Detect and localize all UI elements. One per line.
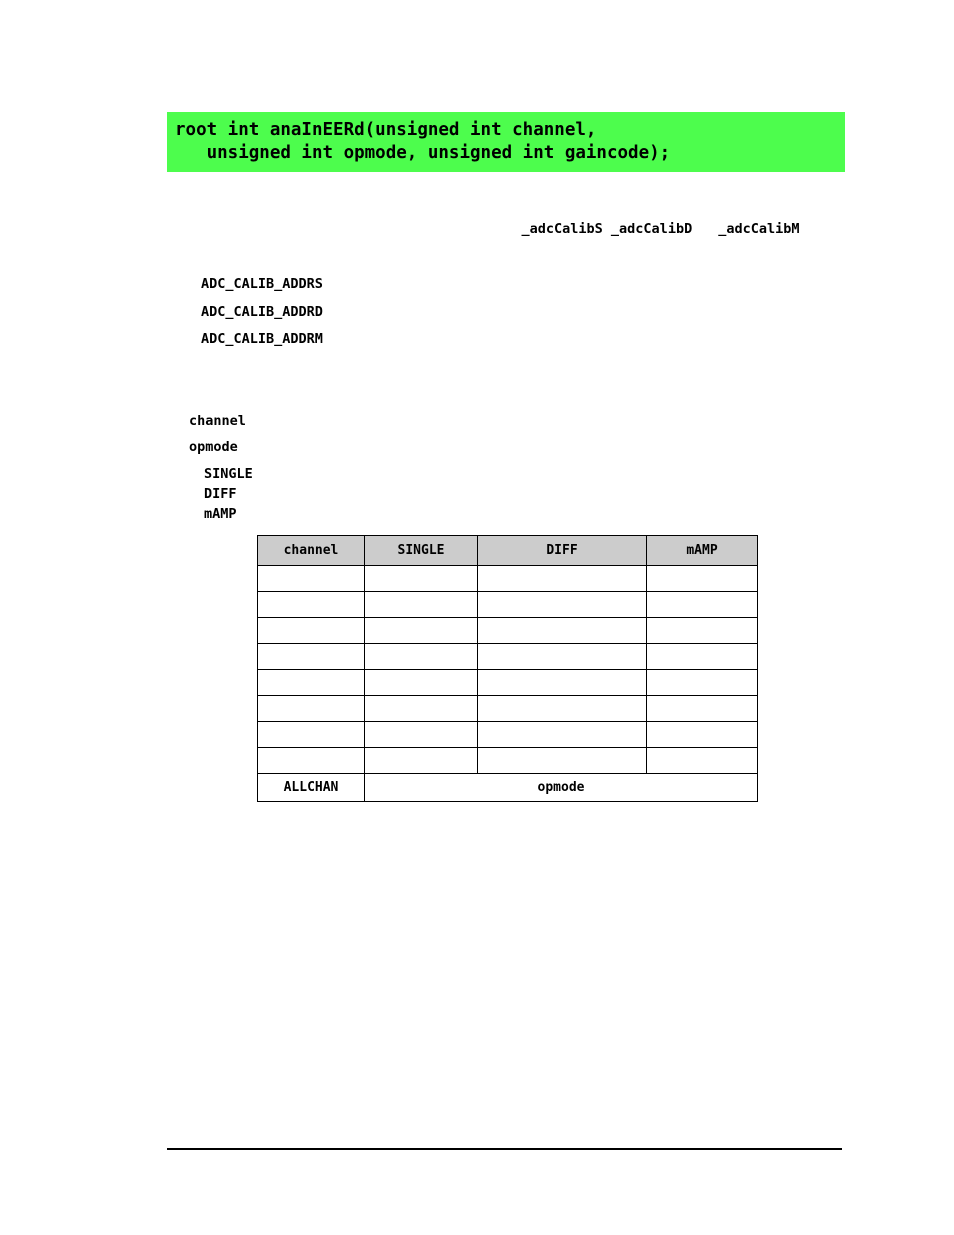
table-cell-channel <box>257 591 365 618</box>
table-row <box>257 747 758 774</box>
prototype-line-2: unsigned int opmode, unsigned int gainco… <box>175 143 671 163</box>
table-footer: ALLCHAN opmode <box>257 773 758 802</box>
table-cell-mamp <box>646 591 758 618</box>
table-cell-diff <box>477 721 647 748</box>
table-cell-allchan: ALLCHAN <box>257 773 365 802</box>
table-cell-channel <box>257 565 365 592</box>
table-cell-channel <box>257 643 365 670</box>
table-cell-mamp <box>646 669 758 696</box>
table-row <box>257 695 758 722</box>
function-prototype-banner: root int anaInEERd(unsigned int channel,… <box>167 112 845 172</box>
adc-calib-address-list: ADC_CALIB_ADDRS ADC_CALIB_ADDRD ADC_CALI… <box>201 271 323 354</box>
opmode-option-item: SINGLE <box>204 466 253 482</box>
opmode-option-item: mAMP <box>204 506 237 522</box>
adc-calib-address-item: ADC_CALIB_ADDRM <box>201 331 323 347</box>
table-cell-mamp <box>646 565 758 592</box>
table-body <box>257 565 758 774</box>
table-cell-diff <box>477 591 647 618</box>
document-page: root int anaInEERd(unsigned int channel,… <box>0 0 954 1235</box>
table-cell-diff <box>477 643 647 670</box>
column-header-channel: channel <box>257 535 365 566</box>
table-cell-diff <box>477 695 647 722</box>
table-cell-diff <box>477 617 647 644</box>
table-cell-mamp <box>646 643 758 670</box>
table-cell-single <box>364 617 478 644</box>
channel-opmode-table-wrapper: channel SINGLE DIFF mAMP ALLCHAN opmode <box>257 535 758 802</box>
table-cell-single <box>364 721 478 748</box>
table-cell-single <box>364 565 478 592</box>
adc-calib-address-item: ADC_CALIB_ADDRD <box>201 303 323 320</box>
table-row <box>257 591 758 618</box>
table-row <box>257 617 758 644</box>
table-cell-single <box>364 643 478 670</box>
opmode-option-list: SINGLE DIFF mAMP <box>189 464 253 524</box>
parameter-list: channel opmode SINGLE DIFF mAMP <box>189 408 253 524</box>
table-cell-channel <box>257 669 365 696</box>
table-cell-single <box>364 669 478 696</box>
table-cell-diff <box>477 747 647 774</box>
table-header-row: channel SINGLE DIFF mAMP <box>257 535 758 566</box>
calib-constants-pair: _adcCalibS _adcCalibD <box>521 221 693 237</box>
column-header-mamp: mAMP <box>646 535 758 566</box>
column-header-single: SINGLE <box>364 535 478 566</box>
table-cell-diff <box>477 669 647 696</box>
adc-calib-address-item: ADC_CALIB_ADDRS <box>201 276 323 292</box>
table-cell-mamp <box>646 747 758 774</box>
opmode-option-item: DIFF <box>204 486 237 502</box>
footer-divider <box>167 1148 842 1150</box>
channel-opmode-table: channel SINGLE DIFF mAMP ALLCHAN opmode <box>257 535 758 802</box>
table-cell-channel <box>257 695 365 722</box>
table-row <box>257 669 758 696</box>
table-cell-opmode-merged: opmode <box>364 773 758 802</box>
table-row <box>257 721 758 748</box>
table-header: channel SINGLE DIFF mAMP <box>257 535 758 566</box>
calibration-constants-line: _adcCalibS _adcCalibD _adcCalibM <box>489 205 800 253</box>
table-cell-single <box>364 591 478 618</box>
table-cell-mamp <box>646 721 758 748</box>
calib-constant-m: _adcCalibM <box>718 221 800 237</box>
column-header-diff: DIFF <box>477 535 647 566</box>
table-cell-channel <box>257 721 365 748</box>
table-cell-single <box>364 747 478 774</box>
table-cell-channel <box>257 617 365 644</box>
table-cell-mamp <box>646 617 758 644</box>
table-cell-mamp <box>646 695 758 722</box>
table-row <box>257 643 758 670</box>
table-cell-single <box>364 695 478 722</box>
parameter-opmode-label: opmode <box>189 439 238 455</box>
table-cell-diff <box>477 565 647 592</box>
prototype-line-1: root int anaInEERd(unsigned int channel, <box>175 120 597 140</box>
table-cell-channel <box>257 747 365 774</box>
table-footer-row: ALLCHAN opmode <box>257 773 758 802</box>
parameter-channel-label: channel <box>189 413 246 429</box>
table-row <box>257 565 758 592</box>
